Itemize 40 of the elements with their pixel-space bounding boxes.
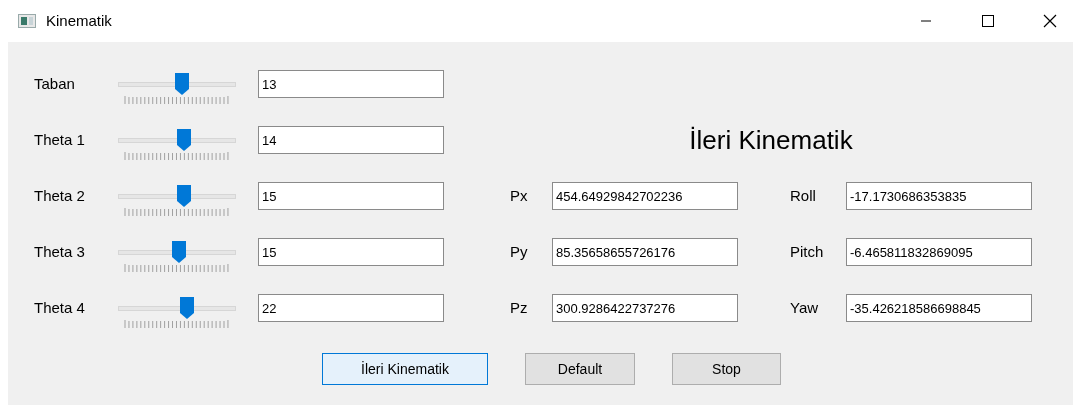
maximize-icon — [982, 15, 994, 27]
field-label: Theta 2 — [34, 185, 86, 206]
section-heading: İleri Kinematik — [689, 123, 853, 157]
value-field[interactable]: 22 — [258, 294, 444, 322]
tick-marks-icon — [124, 208, 230, 216]
slider-thumb[interactable] — [175, 73, 190, 95]
action-button[interactable]: Default — [525, 353, 635, 385]
field-label: Theta 4 — [34, 297, 86, 318]
window-title: Kinematik — [46, 10, 112, 31]
value-field[interactable]: -17.1730686353835 — [846, 182, 1032, 210]
value-field[interactable]: 454.64929842702236 — [552, 182, 738, 210]
slider-thumb[interactable] — [172, 241, 187, 263]
action-button[interactable]: İleri Kinematik — [322, 353, 488, 385]
field-label: Yaw — [790, 297, 820, 318]
value-field[interactable]: 15 — [258, 238, 444, 266]
field-label: Theta 3 — [34, 241, 86, 262]
field-label: Pz — [510, 297, 529, 318]
tick-marks-icon — [124, 152, 230, 160]
close-icon — [1043, 14, 1057, 28]
value-field[interactable]: 300.9286422737276 — [552, 294, 738, 322]
tick-marks-icon — [124, 320, 230, 328]
value-field[interactable]: 13 — [258, 70, 444, 98]
field-label: Px — [510, 185, 529, 206]
field-label: Py — [510, 241, 529, 262]
value-field[interactable]: -35.426218586698845 — [846, 294, 1032, 322]
slider-thumb[interactable] — [177, 185, 192, 207]
field-label: Pitch — [790, 241, 825, 262]
value-field[interactable]: 85.35658655726176 — [552, 238, 738, 266]
value-field[interactable]: 14 — [258, 126, 444, 154]
field-label: Taban — [34, 73, 76, 94]
value-field[interactable]: -6.465811832869095 — [846, 238, 1032, 266]
slider-thumb[interactable] — [180, 297, 195, 319]
app-icon — [18, 14, 36, 28]
slider-thumb[interactable] — [177, 129, 192, 151]
field-label: Roll — [790, 185, 817, 206]
field-label: Theta 1 — [34, 129, 86, 150]
tick-marks-icon — [124, 264, 230, 272]
tick-marks-icon — [124, 96, 230, 104]
value-field[interactable]: 15 — [258, 182, 444, 210]
action-button[interactable]: Stop — [672, 353, 781, 385]
